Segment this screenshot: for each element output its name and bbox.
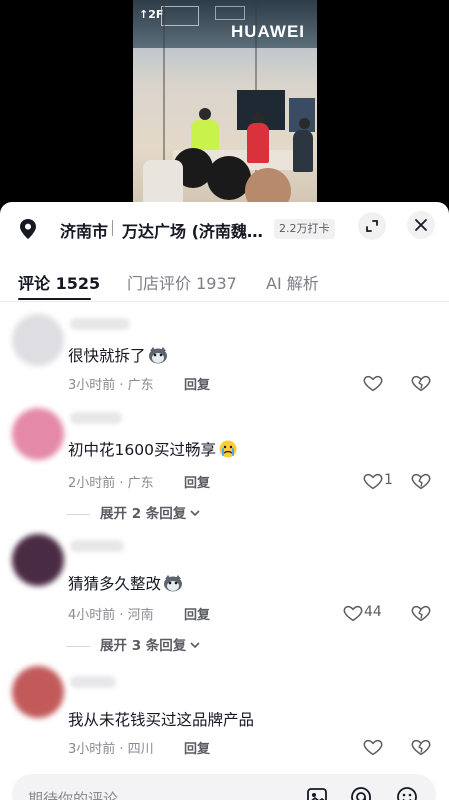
- comment-meta: 3小时前 · 广东: [68, 378, 154, 393]
- at-icon[interactable]: [350, 786, 372, 800]
- reply-button[interactable]: 回复: [184, 738, 210, 757]
- username-blurred: [70, 412, 122, 424]
- heart-icon: [363, 375, 383, 392]
- like-button[interactable]: [362, 736, 412, 758]
- location-bar[interactable]: 济南市 万达广场 (济南魏… 2.2万打卡: [0, 202, 449, 252]
- expand-icon: [366, 220, 378, 232]
- comment-text: 很快就拆了: [68, 344, 168, 366]
- person-head: [253, 112, 264, 123]
- person: [247, 123, 269, 163]
- husky-emoji: [148, 347, 167, 364]
- chevron-down-icon: [190, 642, 200, 649]
- crying-emoji: [219, 440, 237, 458]
- heart-icon: [363, 473, 383, 490]
- username-blurred: [70, 676, 116, 688]
- location-city: 济南市: [60, 222, 109, 241]
- like-count: 1: [384, 472, 393, 488]
- comment-sheet: 济南市 万达广场 (济南魏… 2.2万打卡 评论 1525 门店评价 1937 …: [0, 202, 449, 800]
- person-head: [299, 118, 310, 129]
- avatar[interactable]: [12, 534, 64, 586]
- close-icon: [415, 219, 427, 231]
- floor-sign: ↑2F: [139, 8, 164, 21]
- broken-heart-icon[interactable]: [410, 736, 432, 758]
- heart-icon: [363, 739, 383, 756]
- video-player[interactable]: ↑2F HUAWEI: [0, 0, 449, 212]
- reply-button[interactable]: 回复: [184, 472, 210, 491]
- avatar[interactable]: [12, 408, 64, 460]
- directory-sign-small: [215, 6, 245, 20]
- username-blurred: [70, 318, 130, 330]
- comment-text: 猜猜多久整改: [68, 572, 183, 594]
- store-brand-sign: HUAWEI: [231, 22, 305, 41]
- comment-meta: 2小时前 · 广东: [68, 476, 154, 491]
- like-count: 44: [364, 604, 382, 620]
- comment-meta: 3小时前 · 四川: [68, 742, 154, 757]
- person: [293, 130, 313, 172]
- avatar[interactable]: [12, 314, 64, 366]
- reply-button[interactable]: 回复: [184, 604, 210, 623]
- broken-heart-icon[interactable]: [410, 602, 432, 624]
- broken-heart-icon[interactable]: [410, 470, 432, 492]
- like-button[interactable]: 44: [342, 602, 392, 624]
- close-button[interactable]: [407, 211, 435, 239]
- video-frame: ↑2F HUAWEI: [133, 0, 317, 212]
- checkin-badge: 2.2万打卡: [274, 219, 335, 239]
- broken-heart-icon[interactable]: [410, 372, 432, 394]
- divider: [112, 220, 113, 236]
- tab-bar: 评论 1525 门店评价 1937 AI 解析: [0, 262, 449, 302]
- expand-button[interactable]: [358, 212, 386, 240]
- divider: [66, 645, 90, 647]
- directory-sign: [161, 6, 199, 26]
- expand-replies-button[interactable]: 展开 2 条回复: [66, 502, 201, 522]
- location-pin-icon: [20, 219, 36, 239]
- tab-comments[interactable]: 评论 1525: [18, 270, 100, 294]
- person: [191, 120, 219, 150]
- active-tab-indicator: [18, 298, 91, 300]
- like-button[interactable]: [362, 372, 412, 394]
- person-head: [199, 108, 211, 120]
- husky-emoji: [164, 575, 183, 592]
- comment-input-placeholder: 期待你的评论: [28, 790, 119, 800]
- comment-input[interactable]: 期待你的评论: [12, 774, 436, 800]
- comment-meta: 4小时前 · 河南: [68, 608, 154, 623]
- chevron-down-icon: [190, 510, 200, 517]
- comment-text: 初中花1600买过畅享: [68, 438, 238, 460]
- divider: [66, 513, 90, 515]
- comment-text: 我从未花钱买过这品牌产品: [68, 711, 255, 729]
- username-blurred: [70, 540, 124, 552]
- heart-icon: [343, 605, 363, 622]
- like-button[interactable]: 1: [362, 470, 412, 492]
- image-icon[interactable]: [306, 786, 328, 800]
- reply-button[interactable]: 回复: [184, 374, 210, 393]
- tab-store-reviews[interactable]: 门店评价 1937: [127, 270, 237, 294]
- location-place: 万达广场 (济南魏…: [122, 222, 263, 241]
- avatar[interactable]: [12, 666, 64, 718]
- emoji-icon[interactable]: [396, 786, 418, 800]
- expand-replies-button[interactable]: 展开 3 条回复: [66, 634, 201, 654]
- tab-ai-analysis[interactable]: AI 解析: [266, 270, 319, 294]
